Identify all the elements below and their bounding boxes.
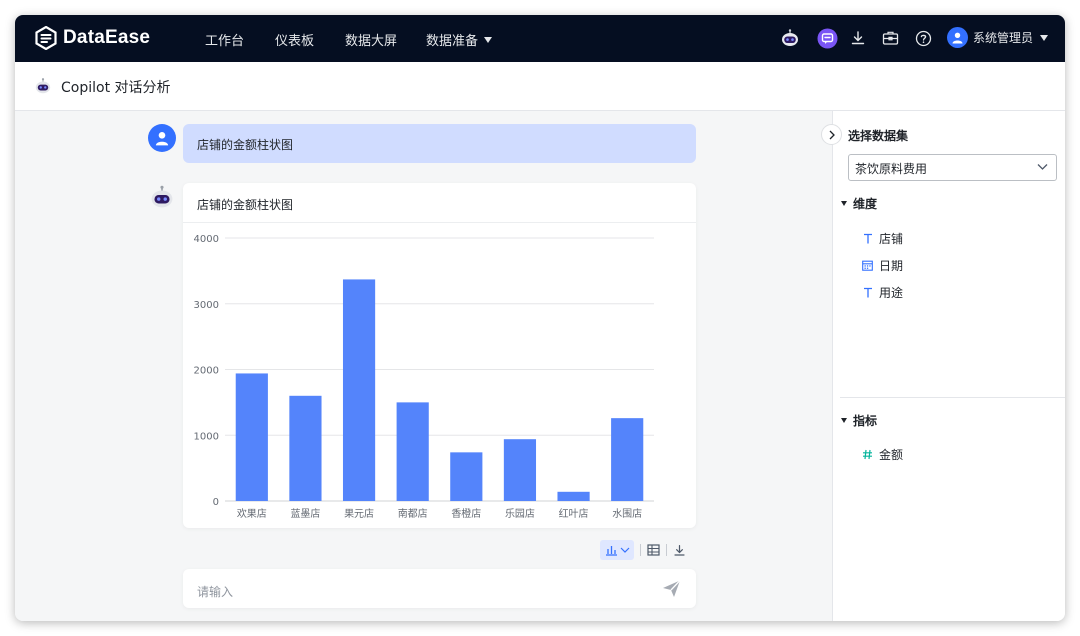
nav-item-workbench[interactable]: 工作台 (205, 30, 244, 49)
panel-divider (840, 397, 1065, 398)
caret-down-icon (484, 37, 493, 43)
bar (235, 373, 268, 501)
x-tick-label: 欢果店 (237, 507, 267, 520)
dimension-field-label: 日期 (879, 259, 904, 273)
metric-field-label: 金额 (879, 448, 904, 462)
y-tick-label: 0 (213, 497, 219, 508)
y-tick-label: 2000 (194, 366, 219, 377)
x-tick-label: 乐园店 (505, 507, 535, 520)
dataease-logo-icon (35, 26, 57, 50)
chart-card-title: 店铺的金额柱状图 (197, 198, 294, 212)
number-field-icon (862, 449, 873, 460)
download-chart-button[interactable] (673, 540, 686, 560)
dimension-field-date[interactable]: 日期 (862, 257, 903, 274)
copilot-robot-icon (35, 78, 51, 94)
logo[interactable]: DataEase (35, 26, 150, 50)
dimension-field-purpose[interactable]: 用途 (862, 284, 903, 301)
dataset-panel: 选择数据集 茶饮原料费用 维度 店铺 日期 用途 指标 金额 (832, 111, 1065, 621)
chat-input[interactable] (197, 585, 637, 599)
user-menu[interactable]: 系统管理员 (947, 27, 1049, 48)
date-field-icon (862, 260, 873, 271)
collapse-panel-button[interactable] (821, 124, 842, 145)
chevron-right-icon (829, 130, 835, 139)
toolbar-separator (640, 544, 641, 556)
select-dataset-title: 选择数据集 (848, 129, 909, 143)
x-tick-label: 红叶店 (559, 507, 589, 520)
ai-chat-icon[interactable] (816, 27, 838, 49)
text-field-icon (862, 287, 873, 298)
x-tick-label: 蓝墨店 (290, 507, 320, 520)
caret-down-icon (841, 201, 847, 206)
top-navigation-bar: DataEase 工作台 仪表板 数据大屏 数据准备 系统管理员 (15, 15, 1065, 62)
user-avatar (947, 27, 968, 48)
caret-down-icon (841, 418, 847, 423)
x-tick-label: 果元店 (344, 507, 374, 520)
dataset-select[interactable]: 茶饮原料费用 (848, 154, 1057, 181)
download-icon[interactable] (847, 27, 869, 49)
user-avatar (148, 124, 176, 152)
table-view-button[interactable] (647, 540, 660, 560)
logo-text: DataEase (63, 27, 151, 48)
help-icon[interactable] (912, 27, 934, 49)
dimensions-section-toggle[interactable]: 维度 (841, 195, 877, 212)
chat-area: 店铺的金额柱状图 店铺的金额柱状图 0 1000 2000 3000 4000 欢果店 蓝墨… (15, 111, 832, 621)
x-tick-label: 南都店 (398, 507, 428, 520)
metrics-label: 指标 (853, 414, 878, 428)
copilot-bot-avatar-icon (151, 185, 173, 208)
bar-chart-icon (605, 546, 617, 556)
bar (289, 395, 322, 501)
text-field-icon (862, 233, 873, 244)
dataset-select-value: 茶饮原料费用 (855, 162, 928, 176)
download-icon (674, 544, 685, 556)
dimensions-label: 维度 (853, 197, 878, 211)
page-title: Copilot 对话分析 (61, 80, 171, 96)
user-name: 系统管理员 (973, 31, 1034, 45)
send-icon[interactable] (661, 578, 682, 599)
app-window: DataEase 工作台 仪表板 数据大屏 数据准备 系统管理员 Copilot… (15, 15, 1065, 621)
nav-item-dashboard[interactable]: 仪表板 (275, 30, 314, 49)
chart-card: 店铺的金额柱状图 0 1000 2000 3000 4000 欢果店 蓝墨店 果元店 南都店 香橙… (183, 183, 696, 528)
user-message-text: 店铺的金额柱状图 (197, 138, 294, 152)
nav-item-data-prep[interactable]: 数据准备 (426, 30, 493, 49)
nav-item-data-screen[interactable]: 数据大屏 (345, 30, 397, 49)
bar (503, 439, 537, 501)
table-icon (647, 544, 660, 556)
chevron-down-icon (1037, 164, 1048, 170)
dimension-field-store[interactable]: 店铺 (862, 230, 903, 247)
bar (450, 452, 483, 501)
metrics-section-toggle[interactable]: 指标 (841, 412, 877, 429)
bar (557, 491, 590, 501)
page-header: Copilot 对话分析 (15, 62, 1065, 111)
y-tick-label: 3000 (194, 300, 219, 311)
chart-toolbar (600, 540, 686, 560)
y-tick-label: 1000 (194, 431, 219, 442)
user-message-bubble: 店铺的金额柱状图 (183, 124, 696, 163)
caret-down-icon (1040, 34, 1049, 41)
bar (396, 402, 429, 501)
bar (611, 418, 644, 501)
metric-field-amount[interactable]: 金额 (862, 446, 903, 463)
bar-chart: 0 1000 2000 3000 4000 欢果店 蓝墨店 果元店 南都店 香橙店 乐园店 红叶店 水围… (194, 234, 654, 520)
chevron-down-icon (620, 547, 629, 553)
x-tick-label: 水围店 (612, 507, 642, 520)
y-tick-label: 4000 (194, 234, 219, 245)
toolbar-separator (666, 544, 667, 556)
dimension-field-label: 店铺 (879, 232, 904, 246)
nav-item-data-prep-label: 数据准备 (426, 34, 479, 49)
chat-input-box (183, 569, 696, 608)
chart-type-switch[interactable] (600, 540, 634, 560)
dimension-field-label: 用途 (879, 286, 904, 300)
copilot-robot-icon[interactable] (779, 27, 801, 49)
bar (342, 279, 376, 501)
toolbox-icon[interactable] (879, 27, 901, 49)
x-tick-label: 香橙店 (451, 507, 481, 520)
